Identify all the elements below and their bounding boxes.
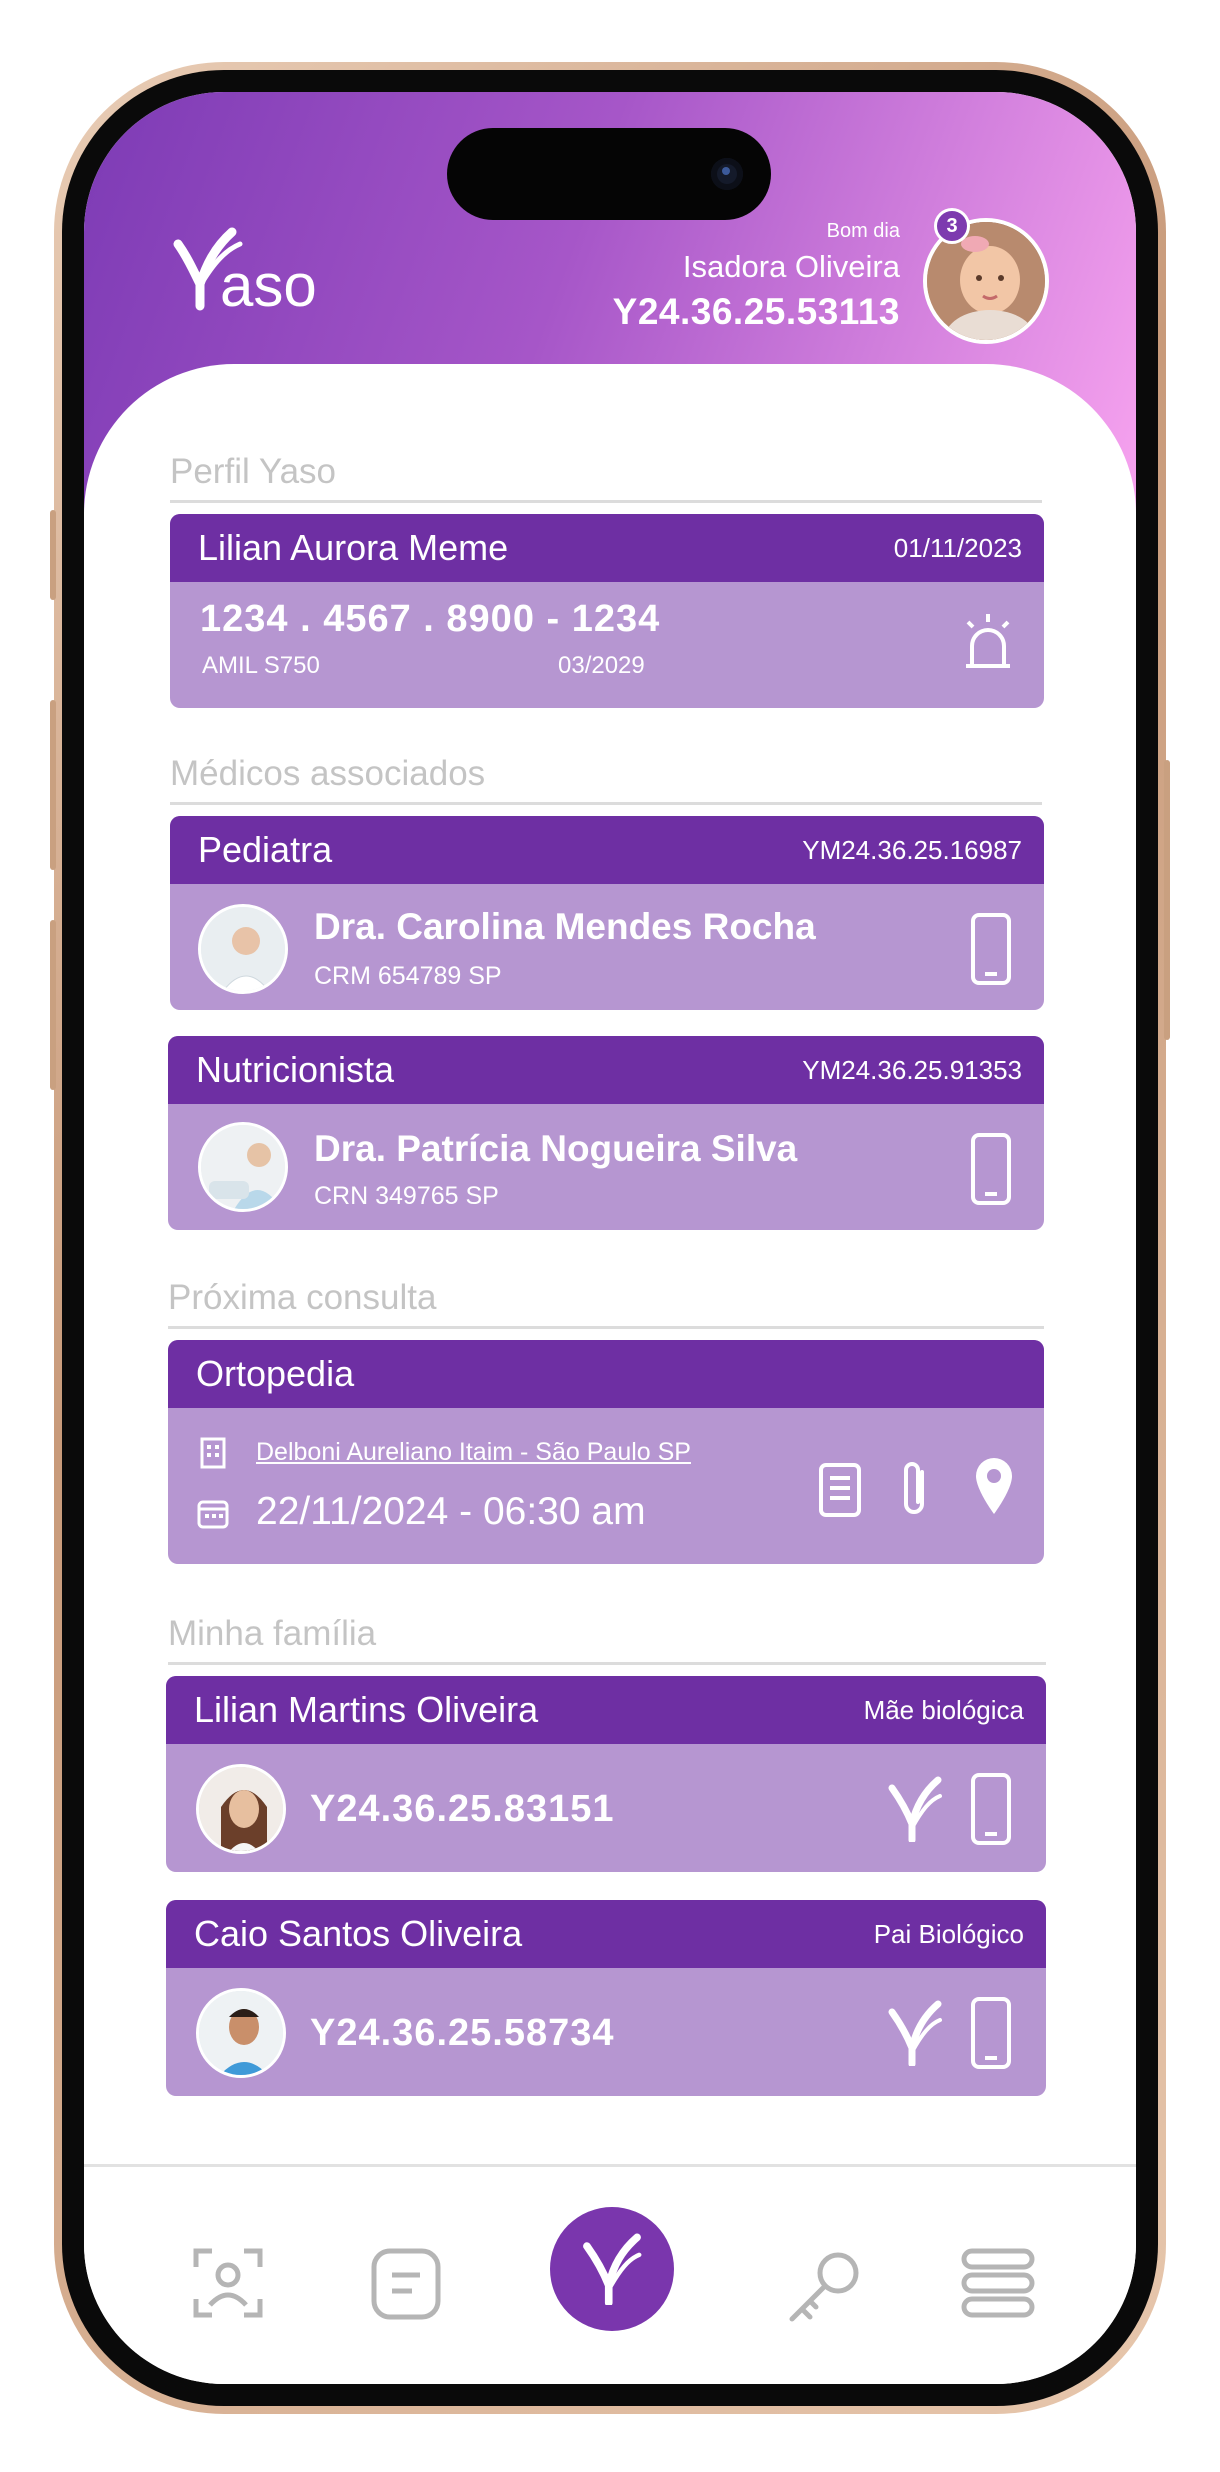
divider — [168, 1662, 1046, 1665]
family-member-relation: Mãe biológica — [863, 1694, 1024, 1725]
dynamic-island — [447, 128, 771, 220]
family-member-name: Caio Santos Oliveira — [194, 1913, 523, 1954]
doctor-code: YM24.36.25.16987 — [802, 834, 1022, 865]
app-screen: aso Bom dia Isadora Oliveira Y24.36.25.5… — [84, 92, 1136, 2384]
appointment-card-header: Ortopedia — [168, 1340, 1044, 1408]
appointment-card[interactable]: Ortopedia Delboni Aureliano Itaim - São … — [168, 1340, 1044, 1564]
profile-name: Lilian Aurora Meme — [198, 527, 509, 568]
yaso-home-icon — [583, 2233, 642, 2305]
document-icon[interactable] — [818, 1462, 862, 1518]
notification-badge[interactable]: 3 — [934, 208, 970, 244]
profile-section-title: Perfil Yaso — [170, 452, 337, 491]
plan-name: AMIL S750 — [202, 652, 320, 679]
family-member-header: Lilian Martins Oliveira Mãe biológica — [166, 1676, 1046, 1744]
doctor-card-header: Nutricionista YM24.36.25.91353 — [168, 1036, 1044, 1104]
appointment-location-link[interactable]: Delboni Aureliano Itaim - São Paulo SP — [256, 1438, 691, 1467]
family-member-id: Y24.36.25.58734 — [310, 2012, 615, 2054]
map-pin-icon[interactable] — [972, 1454, 1016, 1516]
user-id: Y24.36.25.53113 — [612, 291, 900, 332]
doctor-name: Dra. Patrícia Nogueira Silva — [314, 1128, 798, 1169]
user-name: Isadora Oliveira — [682, 249, 900, 284]
family-member-card[interactable]: Lilian Martins Oliveira Mãe biológica Y2… — [166, 1676, 1046, 1872]
building-icon — [200, 1437, 226, 1469]
phone-icon[interactable] — [970, 1996, 1012, 2070]
doctors-section-title: Médicos associados — [170, 754, 486, 793]
doctor-code: YM24.36.25.91353 — [802, 1054, 1022, 1085]
divider — [170, 802, 1042, 805]
volume-up-button — [50, 700, 56, 870]
appointment-specialty: Ortopedia — [196, 1353, 355, 1394]
chat-card-icon[interactable] — [370, 2247, 442, 2323]
family-member-relation: Pai Biológico — [873, 1918, 1024, 1949]
user-greeting: Bom dia Isadora Oliveira Y24.36.25.53113 — [613, 220, 900, 333]
family-section-title: Minha família — [168, 1614, 377, 1653]
family-member-header: Caio Santos Oliveira Pai Biológico — [166, 1900, 1046, 1968]
doctor-name: Dra. Carolina Mendes Rocha — [314, 906, 816, 947]
paperclip-icon[interactable] — [896, 1458, 936, 1522]
power-button — [1164, 760, 1170, 1040]
family-member-avatar — [196, 1764, 286, 1854]
profile-date: 01/11/2023 — [893, 532, 1022, 563]
family-member-card[interactable]: Caio Santos Oliveira Pai Biológico Y24.3… — [166, 1900, 1046, 2096]
menu-stack-icon[interactable] — [960, 2247, 1036, 2319]
doctor-card[interactable]: Nutricionista YM24.36.25.91353 Dra. Patr… — [168, 1036, 1044, 1230]
yaso-icon[interactable] — [888, 1776, 942, 1842]
family-member-id: Y24.36.25.83151 — [310, 1788, 615, 1830]
doctor-registry: CRM 654789 SP — [314, 962, 502, 990]
face-scan-icon[interactable] — [192, 2247, 264, 2319]
yaso-icon[interactable] — [888, 2000, 942, 2066]
divider — [170, 500, 1042, 503]
doctor-specialty: Nutricionista — [196, 1049, 395, 1090]
greeting-text: Bom dia — [826, 220, 900, 242]
mute-switch — [50, 510, 56, 600]
card-number: 1234 . 4567 . 8900 - 1234 — [200, 598, 661, 640]
doctor-avatar — [198, 904, 288, 994]
doctor-card-header: Pediatra YM24.36.25.16987 — [170, 816, 1044, 884]
yaso-home-button[interactable] — [550, 2207, 674, 2331]
doctor-avatar — [198, 1122, 288, 1212]
main-content: Perfil Yaso Lilian Aurora Meme 01/11/202… — [84, 364, 1136, 2164]
bottom-navigation — [84, 2164, 1136, 2384]
volume-down-button — [50, 920, 56, 1090]
key-icon[interactable] — [784, 2247, 864, 2327]
divider — [168, 1326, 1044, 1329]
doctor-registry: CRN 349765 SP — [314, 1182, 499, 1210]
family-member-name: Lilian Martins Oliveira — [194, 1689, 539, 1730]
yaso-logo: aso — [173, 227, 317, 316]
alarm-siren-icon[interactable] — [960, 610, 1016, 672]
svg-text:aso: aso — [220, 252, 317, 316]
card-expiry: 03/2029 — [558, 652, 645, 679]
family-member-avatar — [196, 1988, 286, 2078]
doctor-specialty: Pediatra — [198, 829, 333, 870]
appointment-datetime: 22/11/2024 - 06:30 am — [256, 1490, 646, 1533]
phone-icon[interactable] — [970, 912, 1012, 986]
appointment-section-title: Próxima consulta — [168, 1278, 437, 1317]
phone-icon[interactable] — [970, 1772, 1012, 1846]
phone-icon[interactable] — [970, 1132, 1012, 1206]
profile-card-header: Lilian Aurora Meme 01/11/2023 — [170, 514, 1044, 582]
profile-card[interactable]: Lilian Aurora Meme 01/11/2023 1234 . 456… — [170, 514, 1044, 708]
calendar-icon — [197, 1500, 229, 1529]
doctor-card[interactable]: Pediatra YM24.36.25.16987 Dra. Carolina … — [170, 816, 1044, 1010]
